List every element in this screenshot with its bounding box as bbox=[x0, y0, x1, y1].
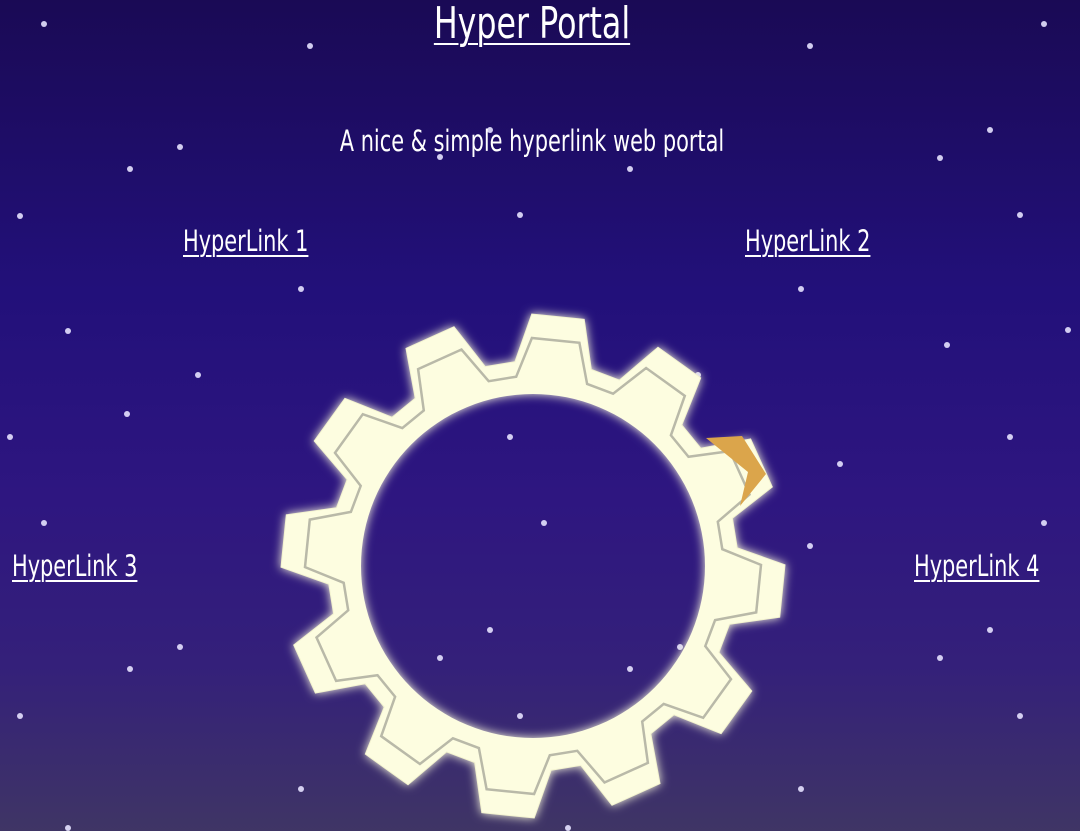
hyperlink-3[interactable]: HyperLink 3 bbox=[12, 549, 137, 583]
hyperlink-4[interactable]: HyperLink 4 bbox=[914, 549, 1039, 583]
hyperlink-1[interactable]: HyperLink 1 bbox=[183, 224, 308, 258]
page-title-link[interactable]: Hyper Portal bbox=[149, 0, 915, 49]
hyperlink-2[interactable]: HyperLink 2 bbox=[745, 224, 870, 258]
page-subtitle: A nice & simple hyperlink web portal bbox=[339, 124, 725, 158]
